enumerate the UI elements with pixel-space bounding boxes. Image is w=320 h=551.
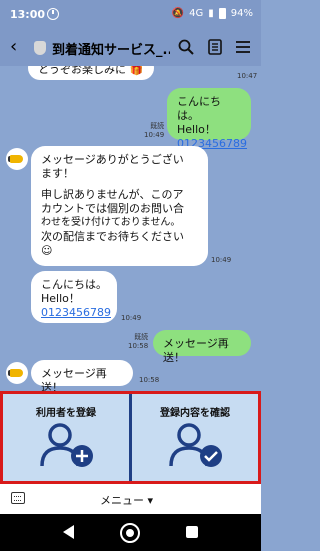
- message-time: 10:49: [144, 131, 165, 139]
- register-user-button[interactable]: 利用者を登録: [3, 394, 129, 481]
- message-line: メッセージありがとうござい: [41, 153, 184, 166]
- rich-menu: 利用者を登録 登録内容を確認: [0, 391, 261, 484]
- mute-icon: 🔕: [171, 8, 185, 19]
- register-user-label: 利用者を登録: [36, 408, 96, 419]
- message-line: Hello！: [41, 292, 80, 305]
- alarm-icon: [47, 8, 59, 20]
- message-line: こんにちは。: [41, 278, 107, 291]
- network-label: 4G: [189, 8, 204, 19]
- message-meta: 既読 10:49: [144, 122, 164, 140]
- verified-user-icon: [169, 423, 222, 467]
- status-bar: 13:00 🔕 4G ▮ 94%: [0, 0, 261, 30]
- status-right: 🔕 4G ▮ 94%: [172, 8, 253, 19]
- bot-message-bubble: こんにちは。 Hello！ 0123456789: [31, 271, 117, 323]
- system-nav-bar: [0, 514, 261, 551]
- message-line: ます！: [41, 167, 74, 180]
- chat-area[interactable]: とうぞお楽しみに 🎁 10:47 既読 10:49 こんにちは。 Hello！ …: [0, 66, 261, 391]
- bot-message-bubble: メッセージ再送！: [31, 360, 133, 391]
- message-time: 10:49: [211, 256, 232, 264]
- message-line: こんにちは。: [177, 95, 221, 122]
- smile-emoji-icon: ☺: [41, 244, 53, 257]
- check-registration-button[interactable]: 登録内容を確認: [132, 394, 258, 481]
- menu-icon[interactable]: [235, 39, 251, 55]
- message-line: 申し訳ありませんが、このア: [41, 188, 184, 201]
- user-message-bubble: メッセージ再送！: [153, 330, 251, 364]
- nav-back-icon[interactable]: [63, 525, 74, 539]
- message-line: カウントでは個別のお問い合: [41, 202, 184, 215]
- chat-header: ‹ 到着通知サービス_...: [0, 30, 261, 66]
- read-receipt: 既読: [150, 122, 165, 130]
- bot-message-bubble: メッセージありがとうござい ます！ 申し訳ありませんが、このア カウントでは個別…: [31, 146, 208, 266]
- notes-icon[interactable]: [207, 39, 223, 55]
- message-time: 10:58: [128, 342, 149, 350]
- menu-toggle-button[interactable]: メニュー ▾: [100, 492, 153, 508]
- message-meta: 既読 10:58: [128, 333, 148, 351]
- bot-avatar[interactable]: [6, 362, 28, 384]
- read-receipt: 既読: [134, 333, 149, 341]
- message-bubble-partial: とうぞお楽しみに 🎁: [28, 66, 154, 80]
- input-bar: メニュー ▾: [0, 484, 261, 514]
- message-time: 10:47: [237, 72, 258, 80]
- keyboard-icon[interactable]: [11, 492, 25, 504]
- battery-icon: [218, 8, 226, 19]
- signal-icon: ▮: [208, 8, 214, 19]
- message-line: 次の配信までお待ちください: [41, 230, 184, 243]
- chat-title: 到着通知サービス_...: [52, 43, 170, 58]
- check-registration-label: 登録内容を確認: [160, 408, 230, 419]
- user-message-bubble: こんにちは。 Hello！ 0123456789: [167, 88, 251, 150]
- nav-recents-icon[interactable]: [186, 526, 198, 538]
- bot-avatar[interactable]: [6, 148, 28, 170]
- message-line: Hello！: [177, 123, 216, 136]
- message-time: 10:58: [139, 376, 160, 384]
- message-time: 10:49: [121, 314, 142, 322]
- message-line: わせを受け付けておりません。: [41, 217, 181, 228]
- nav-home-icon[interactable]: [120, 523, 140, 543]
- battery-label: 94%: [230, 8, 253, 19]
- back-button[interactable]: ‹: [10, 36, 17, 57]
- phone-link[interactable]: 0123456789: [41, 306, 111, 320]
- search-icon[interactable]: [178, 39, 194, 55]
- status-time: 13:00: [10, 8, 46, 21]
- verified-shield-icon: [34, 41, 46, 55]
- add-user-icon: [40, 423, 93, 467]
